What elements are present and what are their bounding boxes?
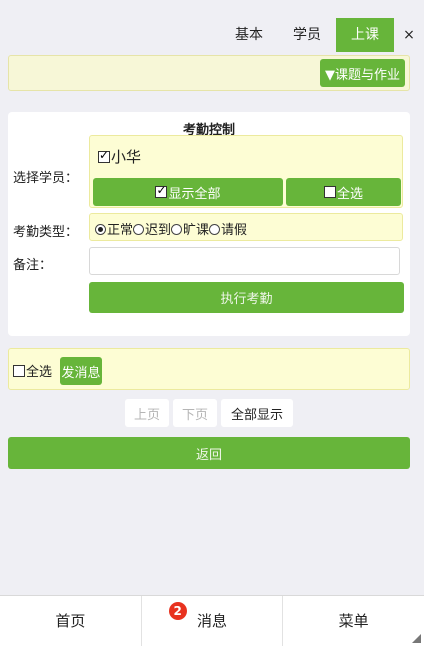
tab-bar: 基本 学员 上课 × <box>220 18 424 52</box>
resize-handle-icon <box>412 634 421 643</box>
lesson-homework-button[interactable]: ▼课题与作业 <box>320 59 405 87</box>
attendance-panel: 考勤控制 选择学员： 小华 显示全部 全选 考勤类型： 正常迟到旷课请假 备注：… <box>8 112 410 336</box>
tab-class[interactable]: 上课 <box>336 18 394 52</box>
attendance-type-group: 正常 迟到 旷课 请假 <box>89 213 403 241</box>
pager: 上页 下页 全部显示 <box>0 399 424 427</box>
nav-home[interactable]: 首页 <box>0 596 141 646</box>
student-label: 选择学员： <box>13 171 79 186</box>
select-all-students-button[interactable]: 全选 <box>286 178 401 206</box>
prev-page-button[interactable]: 上页 <box>125 399 169 427</box>
type-late[interactable]: 迟到 <box>133 223 171 238</box>
back-button[interactable]: 返回 <box>8 437 410 469</box>
nav-menu[interactable]: 菜单 <box>282 596 424 646</box>
bottom-nav: 首页 2 消息 菜单 <box>0 595 424 646</box>
show-all-pages-button[interactable]: 全部显示 <box>221 399 293 427</box>
send-message-button[interactable]: 发消息 <box>60 357 102 385</box>
next-page-button[interactable]: 下页 <box>173 399 217 427</box>
message-bar: 全选 发消息 <box>8 348 410 390</box>
nav-messages[interactable]: 2 消息 <box>140 596 283 646</box>
type-absent[interactable]: 旷课 <box>171 223 209 238</box>
show-all-button[interactable]: 显示全部 <box>93 178 283 206</box>
show-all-label: 显示全部 <box>168 186 221 202</box>
note-label: 备注： <box>13 258 53 273</box>
message-select-all-checkbox[interactable] <box>13 365 25 377</box>
tab-basic[interactable]: 基本 <box>220 18 278 52</box>
close-icon[interactable]: × <box>394 18 424 52</box>
type-leave-radio[interactable] <box>209 224 221 235</box>
type-normal[interactable]: 正常 <box>95 223 133 238</box>
type-normal-radio[interactable] <box>95 224 106 235</box>
student-option[interactable]: 小华 <box>98 146 141 167</box>
attendance-type-label: 考勤类型： <box>13 225 79 240</box>
message-count-badge: 2 <box>168 602 187 620</box>
student-checkbox[interactable] <box>98 148 110 163</box>
select-all-label: 全选 <box>336 186 363 202</box>
note-input[interactable] <box>89 247 400 275</box>
lesson-toolbar: ▼课题与作业 <box>8 55 410 91</box>
type-absent-radio[interactable] <box>171 224 183 235</box>
execute-attendance-button[interactable]: 执行考勤 <box>89 282 404 313</box>
message-select-all[interactable]: 全选 <box>13 361 52 380</box>
student-name: 小华 <box>111 148 142 166</box>
tab-students[interactable]: 学员 <box>278 18 336 52</box>
student-select-box: 小华 显示全部 全选 <box>89 135 403 208</box>
select-all-checkbox <box>323 186 336 198</box>
nav-messages-label: 消息 <box>197 612 228 630</box>
type-late-radio[interactable] <box>133 224 145 235</box>
type-leave[interactable]: 请假 <box>209 223 247 238</box>
show-all-checkbox <box>155 183 168 198</box>
